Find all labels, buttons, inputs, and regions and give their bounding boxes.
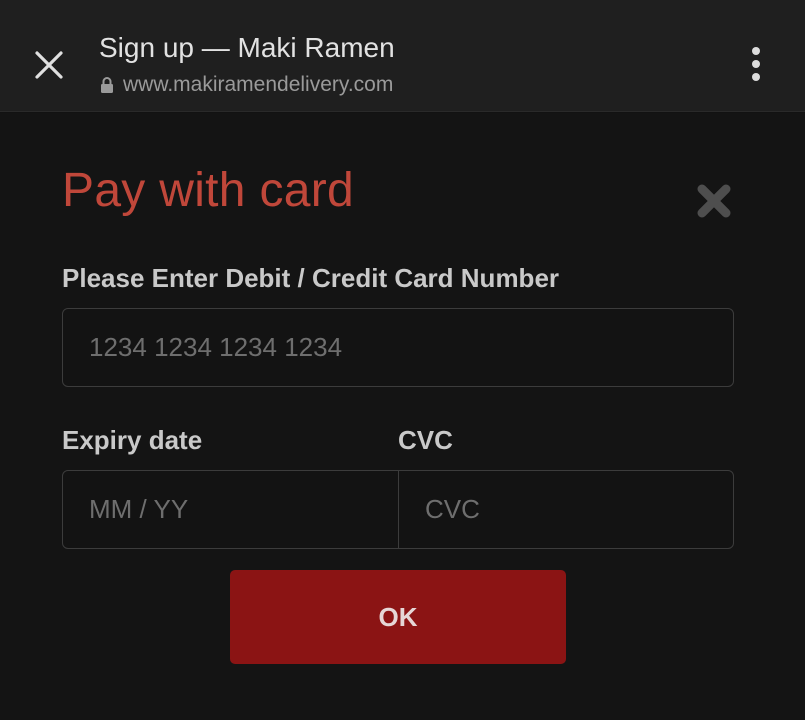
ok-button[interactable]: OK <box>230 570 566 664</box>
dialog-heading: Pay with card <box>62 164 355 217</box>
payment-dialog: Pay with card Please Enter Debit / Credi… <box>0 113 805 720</box>
browser-toolbar: Sign up — Maki Ramen www.makiramendelive… <box>0 0 805 112</box>
more-vert-icon-dot <box>752 73 760 81</box>
close-icon[interactable] <box>694 181 734 221</box>
more-vert-icon-dot <box>752 60 760 68</box>
more-vert-icon <box>752 47 760 55</box>
url-bar: www.makiramendelivery.com <box>100 73 393 97</box>
expiry-date-label: Expiry date <box>62 425 203 455</box>
cvc-label: CVC <box>398 425 453 455</box>
close-icon <box>35 51 63 79</box>
lock-icon <box>101 77 113 93</box>
card-number-label: Please Enter Debit / Credit Card Number <box>62 263 560 293</box>
cvc-input[interactable] <box>398 470 734 549</box>
card-number-input[interactable] <box>62 308 734 387</box>
browser-close-button[interactable] <box>28 44 70 86</box>
page-title: Sign up — Maki Ramen <box>99 32 395 63</box>
url-text: www.makiramendelivery.com <box>123 73 394 96</box>
overflow-menu-button[interactable] <box>741 44 771 84</box>
expiry-date-input[interactable] <box>62 470 399 549</box>
